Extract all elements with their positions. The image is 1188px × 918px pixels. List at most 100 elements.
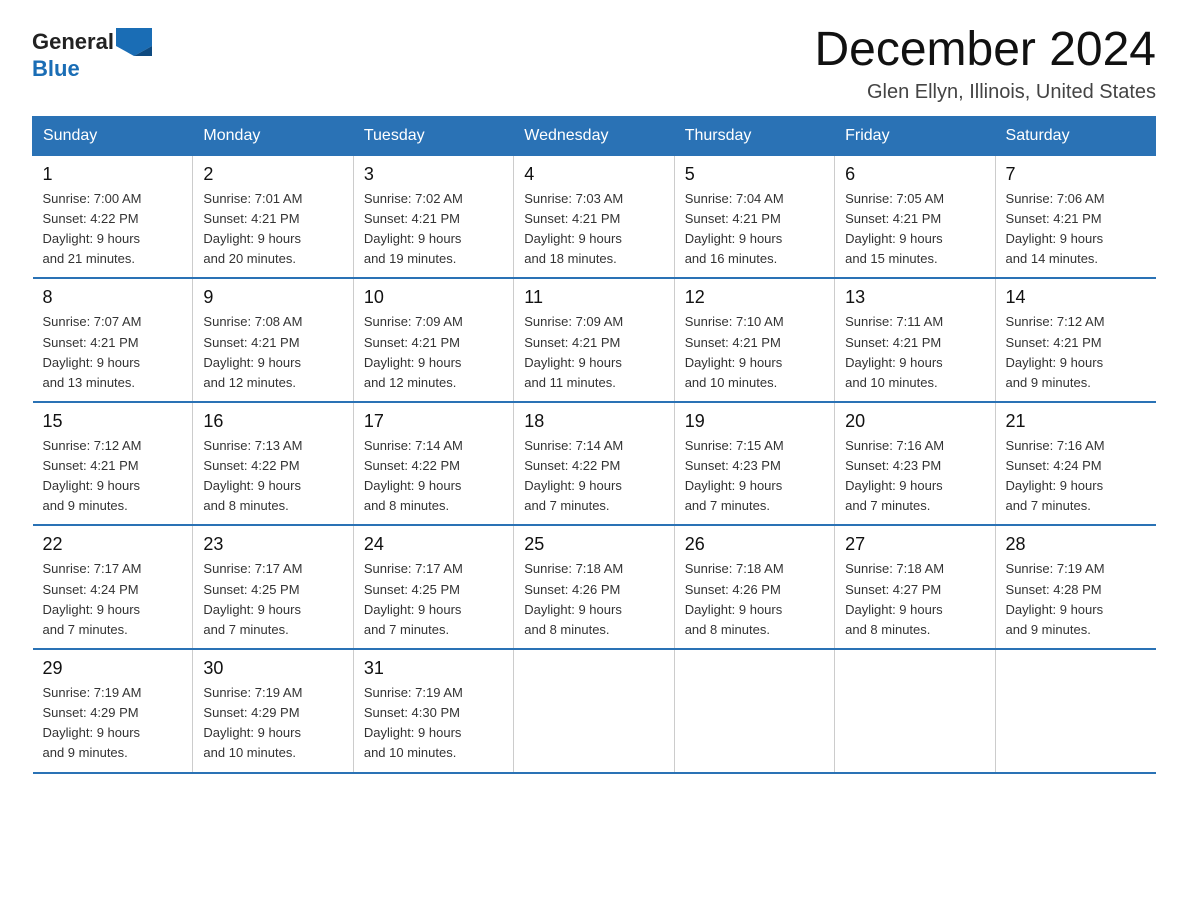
day-number: 8 <box>43 287 183 308</box>
day-info: Sunrise: 7:08 AMSunset: 4:21 PMDaylight:… <box>203 312 342 393</box>
page-header: General Blue December 2024 Glen Ellyn, I… <box>32 24 1156 104</box>
day-number: 23 <box>203 534 342 555</box>
day-info: Sunrise: 7:18 AMSunset: 4:27 PMDaylight:… <box>845 559 984 640</box>
day-number: 13 <box>845 287 984 308</box>
calendar-cell: 2 Sunrise: 7:01 AMSunset: 4:21 PMDaylight… <box>193 155 353 278</box>
calendar-cell: 14 Sunrise: 7:12 AMSunset: 4:21 PMDayligh… <box>995 278 1155 402</box>
calendar-week-row: 1 Sunrise: 7:00 AMSunset: 4:22 PMDaylight… <box>33 155 1156 278</box>
calendar-week-row: 29 Sunrise: 7:19 AMSunset: 4:29 PMDayligh… <box>33 649 1156 773</box>
day-number: 21 <box>1006 411 1146 432</box>
day-info: Sunrise: 7:14 AMSunset: 4:22 PMDaylight:… <box>524 436 663 517</box>
calendar-header-row: SundayMondayTuesdayWednesdayThursdayFrid… <box>33 116 1156 155</box>
day-info: Sunrise: 7:11 AMSunset: 4:21 PMDaylight:… <box>845 312 984 393</box>
col-header-tuesday: Tuesday <box>353 116 513 155</box>
day-number: 2 <box>203 164 342 185</box>
col-header-sunday: Sunday <box>33 116 193 155</box>
day-number: 18 <box>524 411 663 432</box>
day-info: Sunrise: 7:04 AMSunset: 4:21 PMDaylight:… <box>685 189 824 270</box>
day-info: Sunrise: 7:00 AMSunset: 4:22 PMDaylight:… <box>43 189 183 270</box>
day-number: 27 <box>845 534 984 555</box>
calendar-cell <box>514 649 674 773</box>
calendar-title: December 2024 <box>814 24 1156 77</box>
day-number: 12 <box>685 287 824 308</box>
calendar-cell: 11 Sunrise: 7:09 AMSunset: 4:21 PMDayligh… <box>514 278 674 402</box>
calendar-cell: 6 Sunrise: 7:05 AMSunset: 4:21 PMDaylight… <box>835 155 995 278</box>
day-info: Sunrise: 7:19 AMSunset: 4:29 PMDaylight:… <box>43 683 183 764</box>
day-info: Sunrise: 7:05 AMSunset: 4:21 PMDaylight:… <box>845 189 984 270</box>
day-info: Sunrise: 7:17 AMSunset: 4:24 PMDaylight:… <box>43 559 183 640</box>
calendar-cell: 9 Sunrise: 7:08 AMSunset: 4:21 PMDaylight… <box>193 278 353 402</box>
calendar-cell: 27 Sunrise: 7:18 AMSunset: 4:27 PMDayligh… <box>835 525 995 649</box>
calendar-week-row: 8 Sunrise: 7:07 AMSunset: 4:21 PMDaylight… <box>33 278 1156 402</box>
calendar-cell: 30Sunrise: 7:19 AMSunset: 4:29 PMDayligh… <box>193 649 353 773</box>
calendar-cell: 29 Sunrise: 7:19 AMSunset: 4:29 PMDayligh… <box>33 649 193 773</box>
day-number: 25 <box>524 534 663 555</box>
day-info: Sunrise: 7:12 AMSunset: 4:21 PMDaylight:… <box>43 436 183 517</box>
day-number: 31 <box>364 658 503 679</box>
day-number: 19 <box>685 411 824 432</box>
calendar-cell: 7Sunrise: 7:06 AMSunset: 4:21 PMDaylight… <box>995 155 1155 278</box>
calendar-week-row: 22 Sunrise: 7:17 AMSunset: 4:24 PMDayligh… <box>33 525 1156 649</box>
calendar-cell: 4Sunrise: 7:03 AMSunset: 4:21 PMDaylight… <box>514 155 674 278</box>
day-info: Sunrise: 7:14 AMSunset: 4:22 PMDaylight:… <box>364 436 503 517</box>
day-info: Sunrise: 7:13 AMSunset: 4:22 PMDaylight:… <box>203 436 342 517</box>
day-number: 10 <box>364 287 503 308</box>
calendar-cell: 22 Sunrise: 7:17 AMSunset: 4:24 PMDayligh… <box>33 525 193 649</box>
day-info: Sunrise: 7:10 AMSunset: 4:21 PMDaylight:… <box>685 312 824 393</box>
day-number: 29 <box>43 658 183 679</box>
day-number: 22 <box>43 534 183 555</box>
day-number: 5 <box>685 164 824 185</box>
calendar-cell: 15 Sunrise: 7:12 AMSunset: 4:21 PMDayligh… <box>33 402 193 526</box>
day-info: Sunrise: 7:12 AMSunset: 4:21 PMDaylight:… <box>1006 312 1146 393</box>
day-number: 14 <box>1006 287 1146 308</box>
calendar-cell <box>674 649 834 773</box>
calendar-cell: 19 Sunrise: 7:15 AMSunset: 4:23 PMDayligh… <box>674 402 834 526</box>
calendar-cell: 24Sunrise: 7:17 AMSunset: 4:25 PMDayligh… <box>353 525 513 649</box>
col-header-wednesday: Wednesday <box>514 116 674 155</box>
day-info: Sunrise: 7:17 AMSunset: 4:25 PMDaylight:… <box>203 559 342 640</box>
day-info: Sunrise: 7:18 AMSunset: 4:26 PMDaylight:… <box>685 559 824 640</box>
calendar-subtitle: Glen Ellyn, Illinois, United States <box>814 81 1156 104</box>
day-number: 15 <box>43 411 183 432</box>
day-number: 3 <box>364 164 503 185</box>
col-header-monday: Monday <box>193 116 353 155</box>
day-number: 1 <box>43 164 183 185</box>
day-number: 17 <box>364 411 503 432</box>
calendar-cell <box>835 649 995 773</box>
calendar-cell: 16 Sunrise: 7:13 AMSunset: 4:22 PMDayligh… <box>193 402 353 526</box>
col-header-friday: Friday <box>835 116 995 155</box>
day-number: 7 <box>1006 164 1146 185</box>
logo: General Blue <box>32 28 152 82</box>
day-info: Sunrise: 7:09 AMSunset: 4:21 PMDaylight:… <box>524 312 663 393</box>
calendar-cell: 1 Sunrise: 7:00 AMSunset: 4:22 PMDaylight… <box>33 155 193 278</box>
day-number: 26 <box>685 534 824 555</box>
day-number: 20 <box>845 411 984 432</box>
day-info: Sunrise: 7:19 AMSunset: 4:28 PMDaylight:… <box>1006 559 1146 640</box>
calendar-cell: 26 Sunrise: 7:18 AMSunset: 4:26 PMDayligh… <box>674 525 834 649</box>
day-info: Sunrise: 7:15 AMSunset: 4:23 PMDaylight:… <box>685 436 824 517</box>
day-info: Sunrise: 7:01 AMSunset: 4:21 PMDaylight:… <box>203 189 342 270</box>
calendar-cell: 5 Sunrise: 7:04 AMSunset: 4:21 PMDaylight… <box>674 155 834 278</box>
calendar-week-row: 15 Sunrise: 7:12 AMSunset: 4:21 PMDayligh… <box>33 402 1156 526</box>
calendar-cell: 12 Sunrise: 7:10 AMSunset: 4:21 PMDayligh… <box>674 278 834 402</box>
col-header-thursday: Thursday <box>674 116 834 155</box>
day-info: Sunrise: 7:03 AMSunset: 4:21 PMDaylight:… <box>524 189 663 270</box>
day-number: 11 <box>524 287 663 308</box>
calendar-cell: 10 Sunrise: 7:09 AMSunset: 4:21 PMDayligh… <box>353 278 513 402</box>
day-number: 6 <box>845 164 984 185</box>
logo-icon <box>116 28 152 56</box>
day-number: 9 <box>203 287 342 308</box>
day-info: Sunrise: 7:16 AMSunset: 4:24 PMDaylight:… <box>1006 436 1146 517</box>
day-info: Sunrise: 7:09 AMSunset: 4:21 PMDaylight:… <box>364 312 503 393</box>
calendar-cell <box>995 649 1155 773</box>
logo-blue: Blue <box>32 56 80 82</box>
day-info: Sunrise: 7:18 AMSunset: 4:26 PMDaylight:… <box>524 559 663 640</box>
day-info: Sunrise: 7:07 AMSunset: 4:21 PMDaylight:… <box>43 312 183 393</box>
day-number: 30 <box>203 658 342 679</box>
day-number: 16 <box>203 411 342 432</box>
day-number: 24 <box>364 534 503 555</box>
day-info: Sunrise: 7:02 AMSunset: 4:21 PMDaylight:… <box>364 189 503 270</box>
day-info: Sunrise: 7:19 AMSunset: 4:30 PMDaylight:… <box>364 683 503 764</box>
title-block: December 2024 Glen Ellyn, Illinois, Unit… <box>814 24 1156 104</box>
col-header-saturday: Saturday <box>995 116 1155 155</box>
